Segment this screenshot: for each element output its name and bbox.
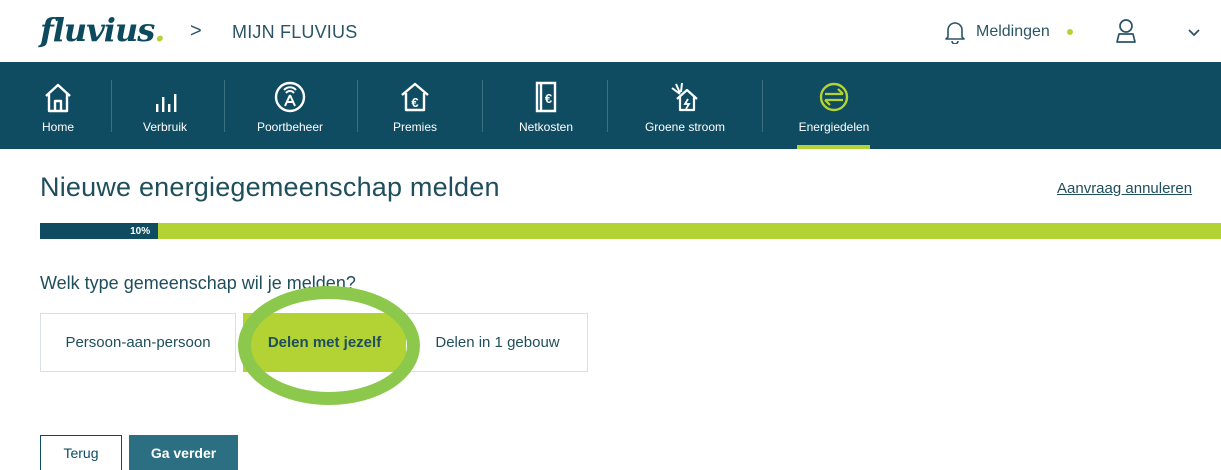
bell-icon	[944, 20, 966, 44]
progress-label: 10%	[130, 225, 151, 237]
nav-item-netkosten[interactable]: € Netkosten	[508, 62, 584, 149]
notifications-label: Meldingen	[976, 23, 1050, 40]
user-icon[interactable]	[1115, 18, 1137, 49]
active-tab-indicator	[797, 145, 870, 149]
home-icon	[43, 78, 73, 114]
svg-text:€: €	[411, 95, 418, 110]
question-heading: Welk type gemeenschap wil je melden?	[40, 273, 356, 293]
option-delen-in-1-gebouw[interactable]: Delen in 1 gebouw	[407, 313, 588, 372]
option-delen-met-jezelf[interactable]: Delen met jezelf	[243, 313, 406, 372]
breadcrumb-separator: >	[190, 20, 202, 42]
nav-item-energiedelen[interactable]: Energiedelen	[790, 62, 878, 149]
progress-fill: 10%	[40, 223, 159, 239]
nav-divider	[482, 80, 483, 132]
notifications-button[interactable]: Meldingen	[944, 20, 1050, 44]
euro-house-icon: €	[399, 78, 431, 114]
back-button[interactable]: Terug	[40, 435, 122, 470]
page-title: Nieuwe energiegemeenschap melden	[40, 172, 500, 202]
nav-item-poortbeheer[interactable]: Poortbeheer	[244, 62, 336, 149]
energy-sharing-icon	[817, 78, 851, 114]
nav-divider	[357, 80, 358, 132]
nav-item-home[interactable]: Home	[28, 62, 88, 149]
euro-document-icon: €	[531, 78, 561, 114]
progress-bar: 10%	[40, 223, 1221, 239]
next-button[interactable]: Ga verder	[129, 435, 238, 470]
nav-divider	[607, 80, 608, 132]
nav-divider	[224, 80, 225, 132]
meter-port-icon	[273, 78, 307, 114]
cancel-request-link[interactable]: Aanvraag annuleren	[1057, 180, 1192, 197]
main-navigation: Home Verbruik Poortbeheer € Premies € Ne…	[0, 62, 1221, 149]
usage-bars-icon	[150, 78, 180, 114]
nav-item-premies[interactable]: € Premies	[380, 62, 450, 149]
svg-text:€: €	[545, 91, 552, 106]
option-persoon-aan-persoon[interactable]: Persoon-aan-persoon	[40, 313, 236, 372]
community-type-options: Persoon-aan-persoon Delen met jezelf Del…	[40, 313, 588, 372]
nav-divider	[111, 80, 112, 132]
nav-item-verbruik[interactable]: Verbruik	[130, 62, 200, 149]
breadcrumb[interactable]: MIJN FLUVIUS	[232, 22, 357, 43]
fluvius-logo[interactable]: fluvius.	[40, 11, 165, 49]
nav-divider	[762, 80, 763, 132]
solar-house-icon	[668, 78, 702, 114]
status-dot	[1067, 29, 1073, 35]
chevron-down-icon[interactable]	[1188, 24, 1200, 42]
nav-item-groene-stroom[interactable]: Groene stroom	[632, 62, 738, 149]
top-header: fluvius. > MIJN FLUVIUS Meldingen	[0, 0, 1221, 62]
